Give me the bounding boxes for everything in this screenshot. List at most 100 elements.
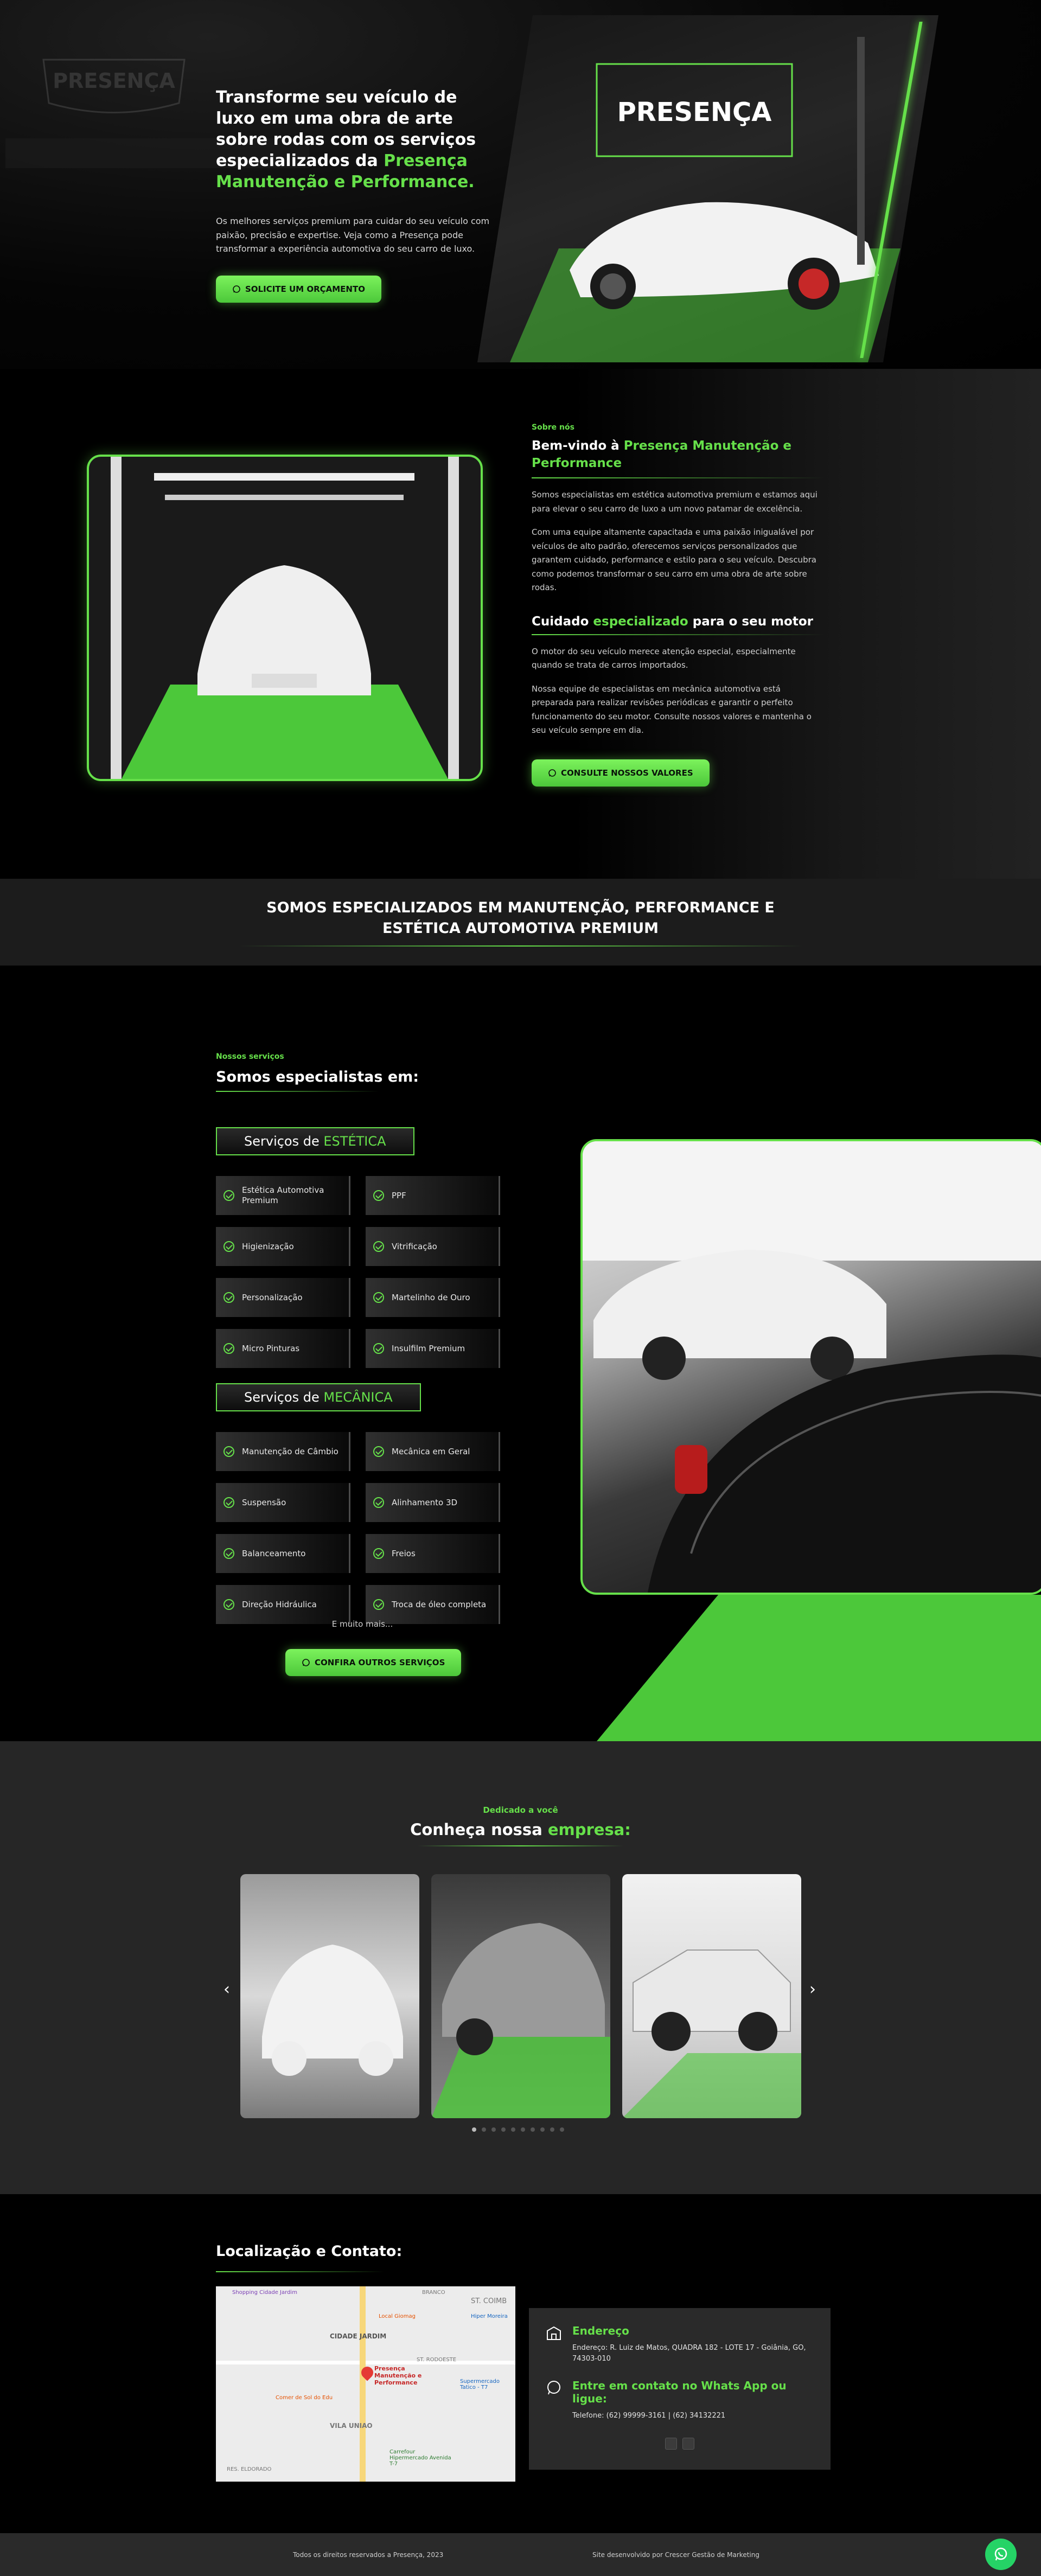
service-item[interactable]: Freios [366, 1534, 500, 1573]
check-circle-icon [223, 1446, 234, 1457]
service-item[interactable]: Insulfilm Premium [366, 1329, 500, 1368]
about-paragraph-4: Nossa equipe de especialistas em mecânic… [532, 683, 812, 736]
service-item[interactable]: Direção Hidráulica [216, 1585, 350, 1624]
whatsapp-icon [548, 769, 556, 777]
service-item[interactable]: Vitrificação [366, 1227, 500, 1266]
mechanics-heading-prefix: Serviços de [244, 1390, 324, 1405]
hero-section: PRESENÇA Transforme seu veículo de luxo … [0, 0, 1041, 369]
aesthetics-services: Serviços de ESTÉTICA Estética Automotiva… [216, 1127, 509, 1368]
service-label: Vitrificação [392, 1241, 437, 1251]
carousel-dot[interactable] [531, 2127, 535, 2132]
mechanics-heading: Serviços de MECÂNICA [216, 1383, 421, 1411]
garage-illustration [89, 457, 481, 779]
services-title: Somos especialistas em: [216, 1069, 419, 1085]
brand-logo-ghost: PRESENÇA [42, 59, 186, 113]
services-section: Nossos serviços Somos especialistas em: … [0, 966, 1041, 1741]
whatsapp-title: Entre em contato no Whats App ou ligue: [572, 2379, 787, 2405]
about-title-main: Bem-vindo à [532, 439, 624, 453]
check-circle-icon [373, 1446, 384, 1457]
carousel-slide-pickup[interactable] [622, 1874, 801, 2118]
other-services-label: CONFIRA OUTROS SERVIÇOS [315, 1658, 445, 1667]
engine-care-title: Cuidado especializado para o seu motor [532, 615, 825, 629]
copyright-text: Todos os direitos reservados a Presença,… [293, 2551, 444, 2559]
location-map[interactable]: Shopping Cidade Jardim BRANCO ST. COIMB … [216, 2286, 515, 2482]
green-decor-wedge [597, 1595, 1041, 1741]
check-circle-icon [373, 1599, 384, 1610]
service-item[interactable]: Suspensão [216, 1483, 350, 1522]
whatsapp-float-button[interactable] [985, 2539, 1017, 2570]
map-label: Hiper Moreira [471, 2313, 508, 2319]
contact-info-card: Endereço Endereço: R. Luiz de Matos, QUA… [529, 2308, 831, 2470]
contact-section: Localização e Contato: Shopping Cidade J… [0, 2194, 1041, 2533]
map-pin-label: Presença Manutenção e Performance [374, 2365, 422, 2387]
carousel-dot[interactable] [472, 2127, 476, 2132]
developer-credit[interactable]: Site desenvolvido por Crescer Gestão de … [592, 2551, 759, 2559]
service-item[interactable]: Personalização [216, 1278, 350, 1317]
whatsapp-row: Entre em contato no Whats App ou ligue: … [545, 2379, 814, 2421]
carousel-dot[interactable] [560, 2127, 564, 2132]
instagram-icon[interactable] [665, 2437, 677, 2450]
about-eyebrow: Sobre nós [532, 423, 574, 432]
carousel-dot[interactable] [491, 2127, 496, 2132]
check-circle-icon [223, 1292, 234, 1303]
service-label: Martelinho de Ouro [392, 1292, 470, 1302]
company-title-main: Conheça nossa [410, 1820, 548, 1839]
service-item[interactable]: PPF [366, 1176, 500, 1215]
request-quote-button[interactable]: SOLICITE UM ORÇAMENTO [216, 275, 381, 303]
services-cars-photo [580, 1139, 1041, 1595]
whatsapp-content: Entre em contato no Whats App ou ligue: … [572, 2379, 814, 2421]
carousel-prev-arrow[interactable]: ‹ [223, 1980, 230, 1999]
check-circle-icon [223, 1241, 234, 1252]
service-item[interactable]: Balanceamento [216, 1534, 350, 1573]
service-label: Balanceamento [242, 1548, 306, 1558]
service-item[interactable]: Estética Automotiva Premium [216, 1176, 350, 1215]
phone-text[interactable]: Telefone: (62) 99999-3161 | (62) 3413222… [572, 2411, 814, 2421]
check-circle-icon [223, 1599, 234, 1610]
carousel-dot[interactable] [540, 2127, 545, 2132]
social-links [545, 2437, 814, 2450]
service-item[interactable]: Martelinho de Ouro [366, 1278, 500, 1317]
service-item[interactable]: Mecânica em Geral [366, 1432, 500, 1471]
about-title: Bem-vindo à Presença Manutenção e Perfor… [532, 437, 825, 472]
carousel-slide-workshop[interactable] [431, 1874, 610, 2118]
service-label: Alinhamento 3D [392, 1497, 458, 1507]
specialization-banner: SOMOS ESPECIALIZADOS EM MANUTENÇÃO, PERF… [0, 879, 1041, 966]
service-item[interactable]: Alinhamento 3D [366, 1483, 500, 1522]
hero-title: Transforme seu veículo de luxo em uma ob… [216, 87, 498, 193]
check-prices-label: CONSULTE NOSSOS VALORES [561, 768, 693, 778]
map-label: ST. COIMB [471, 2297, 507, 2305]
carousel-next-arrow[interactable]: › [809, 1980, 816, 1999]
aesthetics-heading: Serviços de ESTÉTICA [216, 1127, 414, 1155]
map-label: ST. RODOESTE [417, 2357, 457, 2363]
map-pin-icon[interactable] [359, 2364, 376, 2381]
carousel-dots [472, 2127, 564, 2132]
about-section: Sobre nós Bem-vindo à Presença Manutençã… [0, 369, 1041, 879]
mechanics-services: Serviços de MECÂNICA Manutenção de Câmbi… [216, 1383, 509, 1624]
about-paragraph-2: Com uma equipe altamente capacitada e um… [532, 527, 816, 593]
service-label: Insulfilm Premium [392, 1343, 465, 1353]
service-item[interactable]: Higienização [216, 1227, 350, 1266]
address-title: Endereço [572, 2324, 629, 2337]
brand-logo-ghost-text: PRESENÇA [53, 69, 175, 93]
mechanics-service-grid: Manutenção de Câmbio Mecânica em Geral S… [216, 1432, 509, 1624]
mechanics-heading-highlight: MECÂNICA [323, 1390, 393, 1405]
carousel-dot[interactable] [511, 2127, 515, 2132]
carousel-slide-foam-wash[interactable] [240, 1874, 419, 2118]
carousel-dot[interactable] [550, 2127, 554, 2132]
banner-underline [238, 945, 803, 947]
map-label: Shopping Cidade Jardim [232, 2290, 297, 2296]
services-title-underline [216, 1091, 379, 1092]
aesthetics-heading-prefix: Serviços de [244, 1134, 324, 1149]
carousel-dot[interactable] [482, 2127, 486, 2132]
whatsapp-social-icon[interactable] [682, 2437, 694, 2450]
check-prices-button[interactable]: CONSULTE NOSSOS VALORES [532, 759, 710, 787]
address-row: Endereço Endereço: R. Luiz de Matos, QUA… [545, 2324, 814, 2364]
other-services-button[interactable]: CONFIRA OUTROS SERVIÇOS [285, 1649, 462, 1676]
company-eyebrow: Dedicado a você [483, 1805, 558, 1815]
service-item[interactable]: Troca de óleo completa [366, 1585, 500, 1624]
service-item[interactable]: Micro Pinturas [216, 1329, 350, 1368]
carousel-dot[interactable] [521, 2127, 525, 2132]
carousel-dot[interactable] [501, 2127, 506, 2132]
service-item[interactable]: Manutenção de Câmbio [216, 1432, 350, 1471]
company-title-highlight: empresa: [547, 1820, 631, 1839]
